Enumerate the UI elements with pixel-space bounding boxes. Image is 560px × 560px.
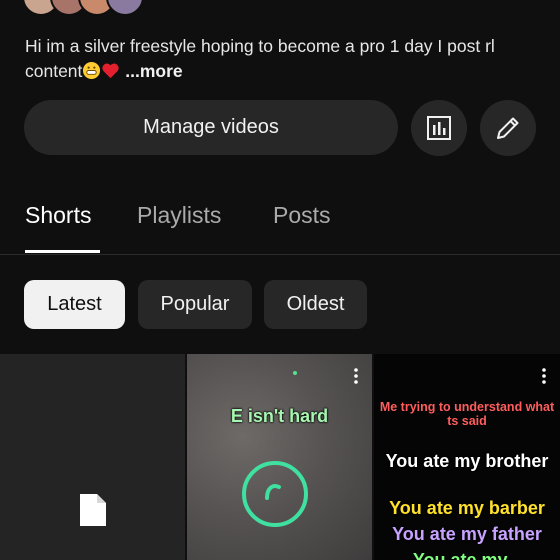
filter-latest-chip[interactable]: Latest xyxy=(24,280,125,329)
tab-posts[interactable]: Posts xyxy=(273,202,331,229)
filter-popular-chip[interactable]: Popular xyxy=(138,280,252,329)
short-thumbnail[interactable]: E isn't hard xyxy=(187,354,372,560)
grinning-emoji-icon xyxy=(83,61,101,80)
short-lyric-line: You ate my brother xyxy=(385,451,549,471)
drawn-circle-icon xyxy=(242,461,308,527)
short-lyric-line: You ate my barber xyxy=(389,498,545,518)
tab-playlists[interactable]: Playlists xyxy=(137,202,221,229)
avatar xyxy=(106,0,144,16)
short-title: E isn't hard xyxy=(230,406,329,426)
analytics-button[interactable] xyxy=(411,100,467,156)
subscriber-avatars xyxy=(22,0,144,16)
active-tab-indicator xyxy=(25,250,100,253)
edit-channel-button[interactable] xyxy=(480,100,536,156)
short-thumbnail[interactable] xyxy=(0,354,185,560)
file-icon xyxy=(80,494,106,526)
filter-oldest-chip[interactable]: Oldest xyxy=(264,280,367,329)
shorts-grid: E isn't hard Me trying to understand wha… xyxy=(0,354,560,560)
decorative-dot xyxy=(293,371,297,375)
tab-shorts[interactable]: Shorts xyxy=(25,202,91,229)
analytics-icon xyxy=(427,116,451,140)
more-options-icon[interactable] xyxy=(354,368,358,384)
red-heart-emoji-icon xyxy=(102,63,120,79)
channel-tabs: Shorts Playlists Posts xyxy=(0,188,560,255)
pencil-icon xyxy=(497,117,519,139)
manage-videos-button[interactable]: Manage videos xyxy=(24,100,398,155)
short-thumbnail[interactable]: Me trying to understand what ts said You… xyxy=(374,354,560,560)
short-caption: Me trying to understand what ts said xyxy=(379,400,555,428)
channel-description[interactable]: Hi im a silver freestyle hoping to becom… xyxy=(25,34,535,84)
short-lyric-line: You ate my... xyxy=(412,550,522,560)
short-lyric-line: You ate my father xyxy=(392,524,542,544)
more-link[interactable]: ...more xyxy=(125,61,182,81)
more-options-icon[interactable] xyxy=(542,368,546,384)
